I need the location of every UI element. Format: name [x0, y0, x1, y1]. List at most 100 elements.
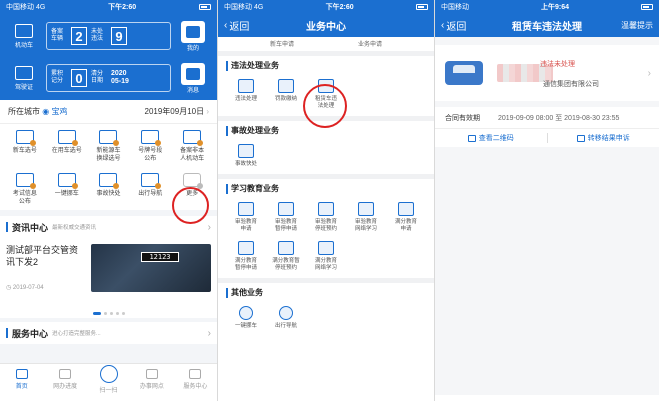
- contract-label: 合同有效期: [445, 114, 480, 122]
- tab-item[interactable]: 扫一扫: [87, 364, 130, 395]
- news-section-title: 资讯中心: [12, 222, 49, 233]
- business-section-header: 违法处理业务: [226, 60, 426, 71]
- rental-violation-screen: 中国移动 上午9:64 ‹ 返回 租赁车违法处理 温馨提示 违法未处理 通信集团有…: [435, 0, 659, 395]
- nav-bar: ‹ 返回 业务中心: [218, 14, 434, 37]
- business-item-icon: [239, 306, 253, 320]
- business-section: 事故处理业务事故快处: [218, 121, 434, 174]
- news-item[interactable]: 测试部平台交管资讯下发2 ◷ 2019-07-04 12123: [0, 238, 217, 310]
- service-grid-item[interactable]: 考试信息 公布: [4, 173, 46, 206]
- vehicle-card[interactable]: 违法未处理 通信集团有限公司 ›: [435, 45, 659, 101]
- business-item[interactable]: 满分教育 申请: [386, 202, 426, 233]
- city-bar[interactable]: 所在城市 ◉ 宝鸡 2019年09月10日 ›: [0, 100, 217, 124]
- business-item-icon: [398, 202, 414, 216]
- back-button[interactable]: ‹ 返回: [224, 18, 249, 33]
- back-button[interactable]: ‹ 返回: [441, 18, 466, 33]
- profile-icon: [181, 20, 205, 43]
- status-bar: 中国移动 4G 下午2:60: [218, 0, 434, 14]
- service-icon: [141, 130, 162, 146]
- status-time: 下午2:60: [108, 4, 137, 11]
- back-label: 返回: [446, 22, 467, 33]
- tab-item[interactable]: 办事网点: [130, 364, 173, 395]
- business-section-title: 违法处理业务: [231, 61, 279, 70]
- chevron-left-icon: ‹: [224, 20, 228, 31]
- screenshot-collage: 中国移动 4G 下午2:60 机动车 备案车辆 2 未处违法 9 我的 驾驶证 …: [0, 0, 662, 401]
- home-icon: [15, 369, 28, 379]
- business-item-label: 满分教育 网络学习: [314, 258, 337, 271]
- messages-entry[interactable]: 消息: [175, 62, 211, 94]
- business-item[interactable]: 审验教育 停班预约: [306, 202, 346, 233]
- points-value: 0: [71, 69, 87, 87]
- network-text: 4G: [253, 4, 264, 11]
- highlight-circle-more: [172, 187, 209, 224]
- id-card-icon: [15, 65, 33, 80]
- transfer-appeal-button[interactable]: 转移结果申诉: [548, 133, 660, 143]
- status-badge: 违法未处理: [540, 61, 575, 68]
- service-grid-label: 备案非本 人机动车: [180, 148, 205, 162]
- service-grid-item[interactable]: 在用车选号: [46, 130, 88, 163]
- service-grid-item[interactable]: 备案非本 人机动车: [171, 130, 213, 163]
- nav-bar: ‹ 返回 租赁车违法处理 温馨提示: [435, 14, 659, 37]
- profile-entry[interactable]: 我的: [175, 20, 211, 52]
- section-accent: [226, 60, 228, 71]
- service-section-header[interactable]: 服务中心 进心打造完整服务... ›: [0, 322, 217, 344]
- business-item[interactable]: 审验教育 网络学习: [346, 202, 386, 233]
- top-partial-row: 新车申请 业务申请: [218, 37, 434, 51]
- tab-label: 服务中心: [183, 384, 208, 390]
- business-item[interactable]: 审验教育 暂停申请: [266, 202, 306, 233]
- service-grid-item[interactable]: 新能源车 换绿选号: [88, 130, 130, 163]
- partial-item-new-car[interactable]: 新车申请: [270, 39, 294, 48]
- business-item[interactable]: 违法处理: [226, 79, 266, 110]
- tab-item[interactable]: 首页: [0, 364, 43, 395]
- tips-button[interactable]: 温馨提示: [621, 20, 653, 31]
- license-entry[interactable]: 驾驶证: [6, 65, 42, 91]
- business-item[interactable]: 满分教育 暂停申请: [226, 241, 266, 272]
- business-item[interactable]: 一键挪车: [226, 306, 266, 330]
- service-grid-item[interactable]: 一键挪车: [46, 173, 88, 206]
- business-item[interactable]: 罚款缴纳: [266, 79, 306, 110]
- partial-item-business[interactable]: 业务申请: [358, 39, 382, 48]
- bottom-tab-bar: 首页 网办进度 扫一扫 办事网点 服务中心: [0, 363, 217, 395]
- tab-item[interactable]: 网办进度: [43, 364, 86, 395]
- business-item-icon: [278, 202, 294, 216]
- service-icon: [57, 173, 78, 189]
- action-row: 查看二维码 转移结果申诉: [435, 129, 659, 147]
- clock-icon: ◷: [6, 285, 12, 291]
- business-item[interactable]: 满分教育暂 停班预约: [266, 241, 306, 272]
- view-qr-label: 查看二维码: [478, 135, 514, 142]
- service-grid-label: 事故快处: [96, 191, 121, 197]
- back-label: 返回: [229, 22, 250, 33]
- service-grid-label: 新车选号: [12, 148, 37, 154]
- service-grid-label: 一键挪车: [54, 191, 79, 197]
- business-item[interactable]: 事故快处: [226, 144, 266, 168]
- business-item-icon: [238, 79, 254, 93]
- view-qr-button[interactable]: 查看二维码: [435, 133, 547, 143]
- business-item-label: 满分教育 暂停申请: [234, 258, 257, 271]
- service-icon: [183, 130, 204, 146]
- business-item[interactable]: 满分教育 网络学习: [306, 241, 346, 272]
- business-section-title: 事故处理业务: [231, 126, 279, 135]
- license-summary-card[interactable]: 累积记分 0 清分日期 2020 05-19: [46, 64, 171, 92]
- service-icon: [99, 173, 120, 189]
- business-section-title: 学习教育业务: [231, 184, 279, 193]
- business-item-label: 审验教育 停班预约: [314, 219, 337, 232]
- summary-hero: 机动车 备案车辆 2 未处违法 9 我的 驾驶证 累积记分 0 清分日期 202…: [0, 14, 217, 100]
- service-section-title: 服务中心: [12, 328, 49, 339]
- vehicle-entry[interactable]: 机动车: [6, 23, 42, 49]
- service-grid-item[interactable]: 号牌号段 公布: [129, 130, 171, 163]
- business-item[interactable]: 出行导航: [266, 306, 306, 330]
- plate-text: 12123: [141, 252, 179, 262]
- registered-vehicles-value: 2: [71, 27, 87, 45]
- business-item-icon: [279, 306, 293, 320]
- service-grid-item[interactable]: 出行导航: [129, 173, 171, 206]
- business-item[interactable]: 审验教育 申请: [226, 202, 266, 233]
- business-item-label: 一键挪车: [234, 323, 257, 329]
- service-grid-item[interactable]: 事故快处: [88, 173, 130, 206]
- business-item-label: 满分教育暂 停班预约: [272, 258, 300, 271]
- service-grid-label: 考试信息 公布: [12, 191, 37, 205]
- service-grid-label: 号牌号段 公布: [138, 148, 163, 162]
- clear-date-label: 清分日期: [91, 71, 104, 84]
- tab-item[interactable]: 服务中心: [174, 364, 217, 395]
- vehicle-summary-card[interactable]: 备案车辆 2 未处违法 9: [46, 22, 171, 50]
- service-grid-item[interactable]: 新车选号: [4, 130, 46, 163]
- status-bar: 中国移动 4G 下午2:60: [0, 0, 217, 14]
